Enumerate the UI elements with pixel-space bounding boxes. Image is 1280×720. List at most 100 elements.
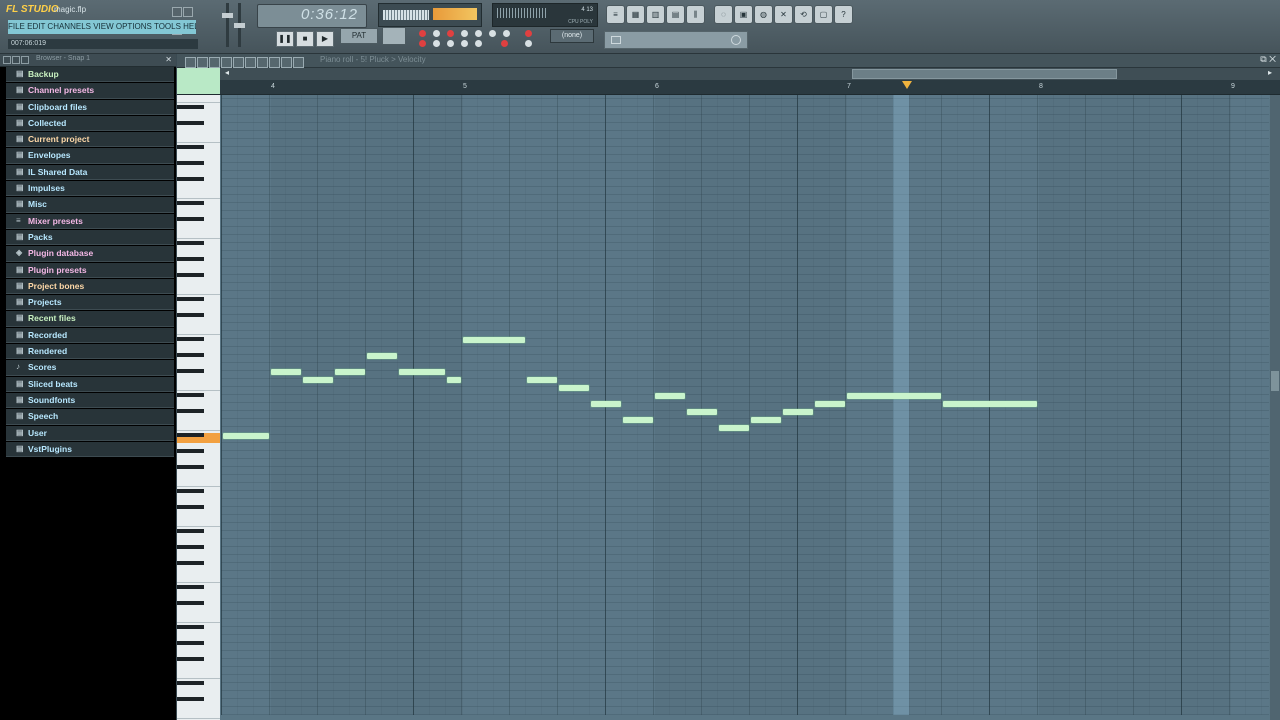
browser-item[interactable]: ▤ VstPlugins [6,441,174,458]
browser-item[interactable]: ▤ Soundfonts [6,392,174,409]
blend-icon[interactable] [447,30,454,37]
mute-icon[interactable] [245,57,256,68]
wait-input-icon[interactable] [419,40,426,47]
note[interactable] [559,385,589,391]
black-key[interactable] [177,489,204,493]
black-key[interactable] [177,201,204,205]
browser-item[interactable]: ▤ Sliced beats [6,376,174,392]
black-key[interactable] [177,241,204,245]
horizontal-scrollbar[interactable]: ◂ ▸ [177,68,1280,80]
note[interactable] [367,353,397,359]
note[interactable] [718,425,749,431]
vertical-scrollbar-thumb[interactable] [1271,371,1279,391]
browser-collapse-icon[interactable] [12,56,20,64]
black-key[interactable] [177,313,204,317]
note[interactable] [655,393,685,399]
browser-item[interactable]: ▤ Collected [6,115,174,132]
black-key[interactable] [177,625,204,629]
playback-icon[interactable] [293,57,304,68]
browser-close-icon[interactable]: ✕ [165,55,172,64]
mixer-icon[interactable]: ⫼ [686,5,705,24]
black-key[interactable] [177,121,204,125]
loop-record-icon[interactable] [489,30,496,37]
scroll-left-icon[interactable]: ◂ [225,68,229,77]
browser-search-icon[interactable] [21,56,29,64]
black-key[interactable] [177,217,204,221]
menu-icon[interactable] [185,57,196,68]
browser-item[interactable]: ▤ Projects [6,295,174,311]
browser-item[interactable]: ▤ Packs [6,229,174,246]
metronome-icon[interactable] [433,30,440,37]
stop-button[interactable]: ■ [296,31,314,47]
black-key[interactable] [177,681,204,685]
zoom-icon[interactable] [281,57,292,68]
browser-menu-icon[interactable] [3,56,11,64]
playhead-marker-icon[interactable] [902,81,912,89]
online-news-bar[interactable] [604,31,748,49]
browser-item[interactable]: ♪ Scores [6,360,174,376]
pattern-song-toggle[interactable]: PAT [340,28,378,44]
black-key[interactable] [177,433,204,437]
slice-icon[interactable] [257,57,268,68]
note-grid[interactable] [221,95,1269,715]
browser-item[interactable]: ▤ Backup [6,67,174,83]
browser-item[interactable]: ▤ Rendered [6,344,174,360]
black-key[interactable] [177,297,204,301]
note[interactable] [399,369,445,375]
brush-icon[interactable] [221,57,232,68]
play-button[interactable]: ▶ [316,31,334,47]
note[interactable] [847,393,941,399]
note[interactable] [271,369,301,375]
browser-item[interactable]: ▤ Speech [6,409,174,425]
master-volume-slider[interactable] [222,3,233,47]
black-key[interactable] [177,337,204,341]
pencil-icon[interactable] [209,57,220,68]
piano-roll-icon[interactable]: ▥ [646,5,665,24]
note[interactable] [687,409,717,415]
delete-icon[interactable] [233,57,244,68]
tools-icon[interactable]: ✕ [774,5,793,24]
browser-item[interactable]: ▤ User [6,425,174,441]
browser-item[interactable]: ≡ Mixer presets [6,213,174,229]
minimize-icon[interactable] [172,7,182,17]
black-key[interactable] [177,641,204,645]
step-sequencer-icon[interactable]: ▦ [626,5,645,24]
mix-icon[interactable] [475,40,482,47]
playlist-icon[interactable]: ≡ [606,5,625,24]
step-edit-icon[interactable] [461,30,468,37]
note[interactable] [943,401,1037,407]
note[interactable] [622,417,653,423]
black-key[interactable] [177,353,204,357]
tempo-icon[interactable]: ◍ [754,5,773,24]
black-key[interactable] [177,145,204,149]
time-ruler[interactable]: 4 5 6 7 8 9 [177,68,1280,95]
time-display[interactable]: 0:36:12 [257,4,367,28]
countdown-icon[interactable] [503,30,510,37]
master-pitch-slider[interactable] [234,3,245,47]
project-info-icon[interactable]: ▣ [734,5,753,24]
note[interactable] [223,433,269,439]
note[interactable] [463,337,525,343]
note[interactable] [303,377,333,383]
black-key[interactable] [177,105,204,109]
browser-item[interactable]: ▤ Clipboard files [6,99,174,115]
note[interactable] [526,377,557,383]
overdub-icon[interactable] [525,30,532,37]
scroll-right-icon[interactable]: ▸ [1268,68,1272,77]
menu-hint-bar[interactable]: FILE EDIT CHANNELS VIEW OPTIONS TOOLS HE… [8,20,196,34]
record-icon[interactable] [419,30,426,37]
black-key[interactable] [177,273,204,277]
black-key[interactable] [177,393,204,397]
auto-scroll-icon[interactable] [447,40,454,47]
black-key[interactable] [177,657,204,661]
black-key[interactable] [177,369,204,373]
browser-item[interactable]: ▤ Project bones [6,278,174,295]
piano-keyboard[interactable] [177,95,220,720]
note[interactable] [447,377,461,383]
note[interactable] [783,409,813,415]
plugin-picker-icon[interactable]: ◌ [714,5,733,24]
browser-item[interactable]: ▤ Current project [6,132,174,148]
browser-item[interactable]: ▤ Impulses [6,181,174,197]
note[interactable] [334,369,365,375]
black-key[interactable] [177,465,204,469]
